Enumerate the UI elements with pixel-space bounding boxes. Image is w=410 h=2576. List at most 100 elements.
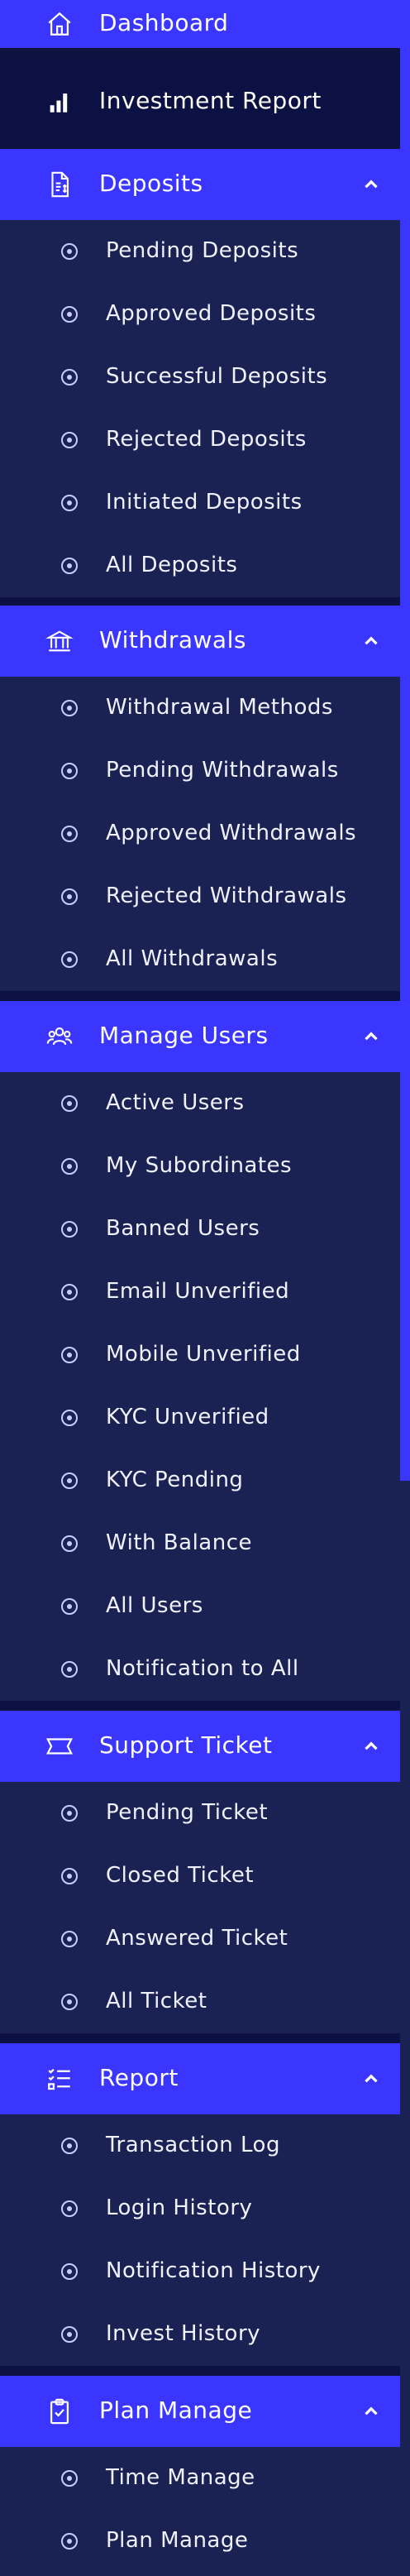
submenu-label: Notification to All <box>106 1656 299 1681</box>
circle-dot-icon <box>61 1095 78 1112</box>
submenu-label: Banned Users <box>106 1216 260 1241</box>
section-header-manage-users[interactable]: Manage Users <box>0 1001 400 1072</box>
submenu-item[interactable]: Active Users <box>0 1072 400 1135</box>
circle-dot-icon <box>61 1410 78 1426</box>
circle-dot-icon <box>61 1598 78 1615</box>
chevron-up-icon <box>360 1026 382 1047</box>
submenu-item[interactable]: Answered Ticket <box>0 1908 400 1970</box>
section-header-report[interactable]: Report <box>0 2043 400 2114</box>
submenu-item[interactable]: Closed Ticket <box>0 1845 400 1908</box>
submenu-item[interactable]: Pending Deposits <box>0 220 400 283</box>
bank-icon <box>45 626 74 656</box>
submenu-label: Invest History <box>106 2321 261 2346</box>
section-title: Support Ticket <box>99 1731 273 1759</box>
submenu-label: Rejected Deposits <box>106 427 307 452</box>
submenu-label: Rejected Withdrawals <box>106 883 347 908</box>
submenu-item[interactable]: Time Manage <box>0 2447 400 2510</box>
submenu-item[interactable]: Successful Deposits <box>0 346 400 409</box>
submenu-label: My Subordinates <box>106 1153 293 1178</box>
deposit-icon <box>45 170 74 199</box>
submenu-label: Pending Deposits <box>106 238 299 263</box>
submenu-item[interactable]: My Subordinates <box>0 1135 400 1198</box>
circle-dot-icon <box>61 369 78 385</box>
submenu-item[interactable]: All Deposits <box>0 534 400 597</box>
submenu-item[interactable]: Approved Withdrawals <box>0 802 400 865</box>
submenu-item[interactable]: Withdrawal Methods <box>0 677 400 740</box>
submenu-item[interactable]: Notification to All <box>0 1638 400 1701</box>
circle-dot-icon <box>61 951 78 968</box>
section-header-support-ticket[interactable]: Support Ticket <box>0 1711 400 1782</box>
circle-dot-icon <box>61 826 78 842</box>
submenu-label: Mobile Unverified <box>106 1342 301 1367</box>
submenu-item[interactable]: Email Unverified <box>0 1261 400 1324</box>
circle-dot-icon <box>61 1661 78 1678</box>
divider <box>0 1701 400 1709</box>
divider <box>0 597 400 606</box>
submenu-item[interactable]: Initiated Deposits <box>0 472 400 534</box>
chevron-up-icon <box>360 174 382 195</box>
chevron-up-icon <box>360 2068 382 2090</box>
submenu-label: Answered Ticket <box>106 1926 288 1951</box>
circle-dot-icon <box>61 1284 78 1300</box>
submenu-label: Closed Ticket <box>106 1863 255 1888</box>
submenu-label: Email Unverified <box>106 1279 290 1304</box>
submenu-label: With Balance <box>106 1530 252 1555</box>
bar-chart-icon <box>45 87 74 117</box>
home-icon <box>45 9 74 39</box>
submenu-item[interactable]: KYC Pending <box>0 1449 400 1512</box>
circle-dot-icon <box>61 1868 78 1884</box>
section-title: Deposits <box>99 170 203 197</box>
submenu-item[interactable]: Mobile Unverified <box>0 1324 400 1386</box>
section-title: Manage Users <box>99 1022 269 1049</box>
submenu-item[interactable]: All Users <box>0 1575 400 1638</box>
submenu-item[interactable]: Invest History <box>0 2303 400 2366</box>
circle-dot-icon <box>61 2470 78 2487</box>
submenu-item[interactable]: KYC Unverified <box>0 1386 400 1449</box>
submenu-label: Transaction Log <box>106 2133 280 2157</box>
submenu-item[interactable]: Pending Ticket <box>0 1782 400 1845</box>
submenu-label: KYC Unverified <box>106 1405 269 1429</box>
circle-dot-icon <box>61 763 78 779</box>
circle-dot-icon <box>61 2200 78 2217</box>
section-header-withdrawals[interactable]: Withdrawals <box>0 606 400 677</box>
section-title: Withdrawals <box>99 626 246 654</box>
submenu-label: Approved Deposits <box>106 301 317 326</box>
submenu-item[interactable]: Notification History <box>0 2240 400 2303</box>
submenu-item[interactable]: Rejected Withdrawals <box>0 865 400 928</box>
submenu-item[interactable]: Approved Deposits <box>0 283 400 346</box>
scrollbar-thumb[interactable] <box>400 0 410 1481</box>
submenu-item[interactable]: Pending Withdrawals <box>0 740 400 802</box>
submenu-label: Successful Deposits <box>106 364 328 389</box>
sidebar-item-dashboard[interactable]: Dashboard <box>0 0 400 48</box>
submenu-label: Login History <box>106 2195 253 2220</box>
submenu-label: All Users <box>106 1593 203 1618</box>
users-icon <box>45 1022 74 1051</box>
submenu-item[interactable]: Banned Users <box>0 1198 400 1261</box>
submenu-item[interactable]: All Withdrawals <box>0 928 400 991</box>
circle-dot-icon <box>61 2138 78 2154</box>
submenu-label: Notification History <box>106 2258 321 2283</box>
submenu-item[interactable]: All Ticket <box>0 1970 400 2033</box>
submenu-item[interactable]: With Balance <box>0 1512 400 1575</box>
submenu-label: KYC Pending <box>106 1468 244 1492</box>
submenu-item[interactable]: Login History <box>0 2177 400 2240</box>
circle-dot-icon <box>61 1931 78 1947</box>
sidebar-item-investment-report[interactable]: Investment Report <box>0 58 400 146</box>
submenu-label: Initiated Deposits <box>106 490 303 515</box>
chevron-up-icon <box>360 630 382 652</box>
circle-dot-icon <box>61 432 78 448</box>
circle-dot-icon <box>61 1472 78 1489</box>
section-header-deposits[interactable]: Deposits <box>0 149 400 220</box>
divider <box>0 991 400 999</box>
circle-dot-icon <box>61 888 78 905</box>
submenu-item[interactable]: Rejected Deposits <box>0 409 400 472</box>
section-header-plan-manage[interactable]: Plan Manage <box>0 2376 400 2447</box>
submenu-label: Time Manage <box>106 2465 255 2490</box>
submenu-label: All Withdrawals <box>106 946 279 971</box>
circle-dot-icon <box>61 306 78 323</box>
submenu-item[interactable]: Transaction Log <box>0 2114 400 2177</box>
circle-dot-icon <box>61 2326 78 2343</box>
circle-dot-icon <box>61 700 78 716</box>
submenu-label: Withdrawal Methods <box>106 695 333 720</box>
submenu-item[interactable]: Plan Manage <box>0 2510 400 2573</box>
